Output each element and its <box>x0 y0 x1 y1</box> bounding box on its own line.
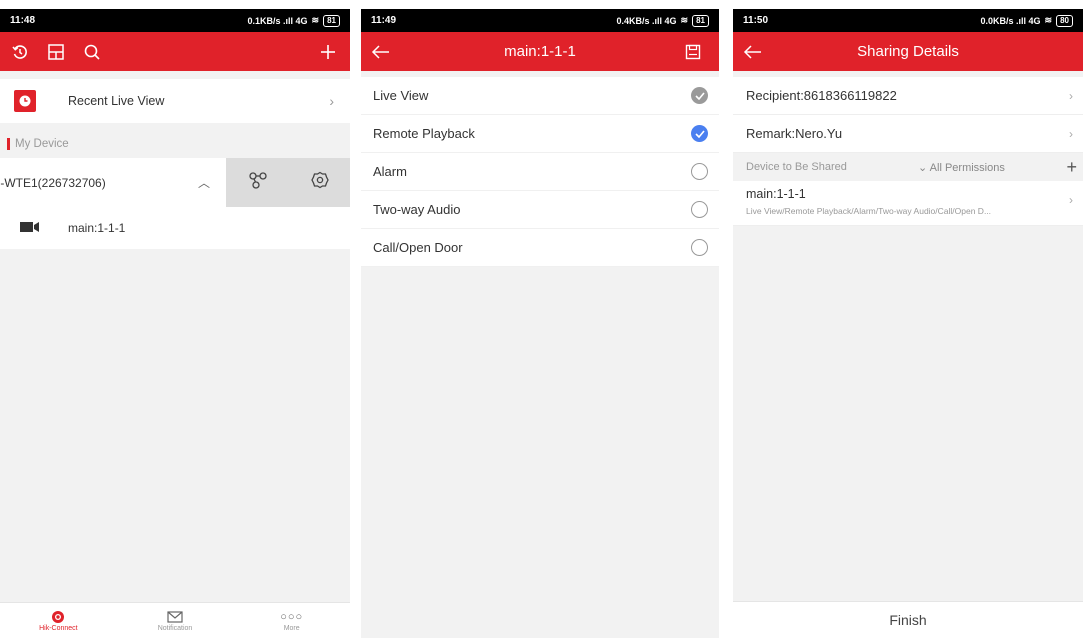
page-title: Sharing Details <box>857 43 959 60</box>
shared-device-row[interactable]: main:1-1-1 Live View/Remote Playback/Ala… <box>733 181 1083 226</box>
app-bar: Sharing Details <box>733 32 1083 71</box>
chevron-up-icon[interactable]: ︿ <box>198 174 210 191</box>
device-list-screen: 11:48 0.1KB/s .ıll 4G ≋ 81 Recent Live V… <box>0 9 350 638</box>
tab-hik-connect[interactable]: Hik-Connect <box>0 603 117 638</box>
gear-icon[interactable] <box>310 171 329 194</box>
app-bar: main:1-1-1 <box>361 32 719 71</box>
layout-icon[interactable] <box>38 32 74 71</box>
permission-label: Two-way Audio <box>373 202 461 217</box>
chevron-down-icon: ⌄ <box>918 161 930 174</box>
tab-label: Notification <box>157 625 193 632</box>
radio-unchecked-icon[interactable] <box>691 239 708 256</box>
tab-label: Hik-Connect <box>39 625 78 632</box>
status-network: 0.1KB/s .ıll 4G <box>247 15 308 26</box>
remark-row[interactable]: Remark:Nero.Yu › <box>733 115 1083 153</box>
permission-label: Alarm <box>373 164 407 179</box>
shared-devices-header: Device to Be Shared ⌄ All Permissions + <box>733 153 1083 181</box>
wifi-icon: ≋ <box>680 15 689 25</box>
shared-device-permissions: Live View/Remote Playback/Alarm/Two-way … <box>746 206 992 216</box>
channel-permissions-screen: 11:49 0.4KB/s .ıll 4G ≋ 81 main:1-1-1 Li… <box>361 9 719 638</box>
status-time: 11:50 <box>743 15 769 26</box>
permission-row-alarm[interactable]: Alarm <box>361 153 719 191</box>
sharing-details-screen: 11:50 0.0KB/s .ıll 4G ≋ 80 Sharing Detai… <box>733 9 1083 638</box>
status-bar: 11:50 0.0KB/s .ıll 4G ≋ 80 <box>733 9 1083 32</box>
channel-name: main:1-1-1 <box>68 221 126 235</box>
tab-more[interactable]: ○○○ More <box>233 603 350 638</box>
permission-row-live-view: Live View <box>361 77 719 115</box>
shared-device-name: main:1-1-1 <box>746 187 806 201</box>
finish-button[interactable]: Finish <box>733 601 1083 638</box>
all-permissions-toggle[interactable]: ⌄ All Permissions <box>918 161 1005 174</box>
battery-icon: 81 <box>692 14 709 27</box>
add-icon[interactable] <box>310 32 346 71</box>
wifi-icon: ≋ <box>1044 15 1053 25</box>
battery-icon: 80 <box>1056 14 1073 27</box>
status-time: 11:48 <box>10 15 36 26</box>
status-network: 0.0KB/s .ıll 4G <box>980 15 1041 26</box>
permission-row-call-open-door[interactable]: Call/Open Door <box>361 229 719 267</box>
tab-label: More <box>283 625 300 632</box>
history-icon[interactable] <box>2 32 38 71</box>
more-dots-icon: ○○○ <box>280 611 304 623</box>
recent-live-view-label: Recent Live View <box>68 94 165 108</box>
permission-row-remote-playback[interactable]: Remote Playback <box>361 115 719 153</box>
remark-text: Remark:Nero.Yu <box>746 126 843 141</box>
bottom-tab-bar: Hik-Connect Notification ○○○ More <box>0 602 350 638</box>
chevron-right-icon: › <box>1069 126 1073 141</box>
recipient-row[interactable]: Recipient:8618366119822 › <box>733 77 1083 115</box>
save-icon[interactable] <box>675 32 711 71</box>
tab-notification[interactable]: Notification <box>117 603 234 638</box>
status-bar: 11:49 0.4KB/s .ıll 4G ≋ 81 <box>361 9 719 32</box>
permission-row-two-way-audio[interactable]: Two-way Audio <box>361 191 719 229</box>
hik-connect-icon <box>51 609 65 625</box>
recipient-text: Recipient:8618366119822 <box>746 88 897 103</box>
permission-label: Live View <box>373 88 429 103</box>
shared-devices-label: Device to Be Shared <box>746 161 847 173</box>
wifi-icon: ≋ <box>311 15 320 25</box>
status-network: 0.4KB/s .ıll 4G <box>616 15 677 26</box>
chevron-right-icon: › <box>329 93 334 109</box>
page-title: main:1-1-1 <box>504 43 576 60</box>
clock-icon <box>14 90 36 112</box>
chevron-right-icon: › <box>1069 88 1073 103</box>
add-icon[interactable]: + <box>1066 157 1077 178</box>
chevron-right-icon: › <box>1069 193 1073 207</box>
radio-unchecked-icon[interactable] <box>691 201 708 218</box>
share-icon[interactable] <box>248 171 268 194</box>
battery-icon: 81 <box>323 14 340 27</box>
permission-label: Call/Open Door <box>373 240 463 255</box>
all-permissions-label: All Permissions <box>929 161 1005 174</box>
camera-icon <box>20 221 40 236</box>
status-time: 11:49 <box>371 15 397 26</box>
device-row[interactable]: I-WTE1(226732706) ︿ <box>0 158 350 207</box>
permission-label: Remote Playback <box>373 126 475 141</box>
device-name: I-WTE1(226732706) <box>0 175 106 190</box>
search-icon[interactable] <box>74 32 110 71</box>
channel-row[interactable]: main:1-1-1 <box>0 207 350 249</box>
app-bar <box>0 32 350 71</box>
check-icon[interactable] <box>691 125 708 142</box>
status-bar: 11:48 0.1KB/s .ıll 4G ≋ 81 <box>0 9 350 32</box>
envelope-icon <box>167 609 183 625</box>
recipient-info: Recipient:8618366119822 › Remark:Nero.Yu… <box>733 77 1083 153</box>
section-label: My Device <box>15 137 69 150</box>
radio-unchecked-icon[interactable] <box>691 163 708 180</box>
check-icon <box>691 87 708 104</box>
section-header: My Device <box>0 129 350 158</box>
permission-list: Live View Remote Playback Alarm Two-way … <box>361 77 719 267</box>
recent-live-view-row[interactable]: Recent Live View › <box>0 79 350 123</box>
